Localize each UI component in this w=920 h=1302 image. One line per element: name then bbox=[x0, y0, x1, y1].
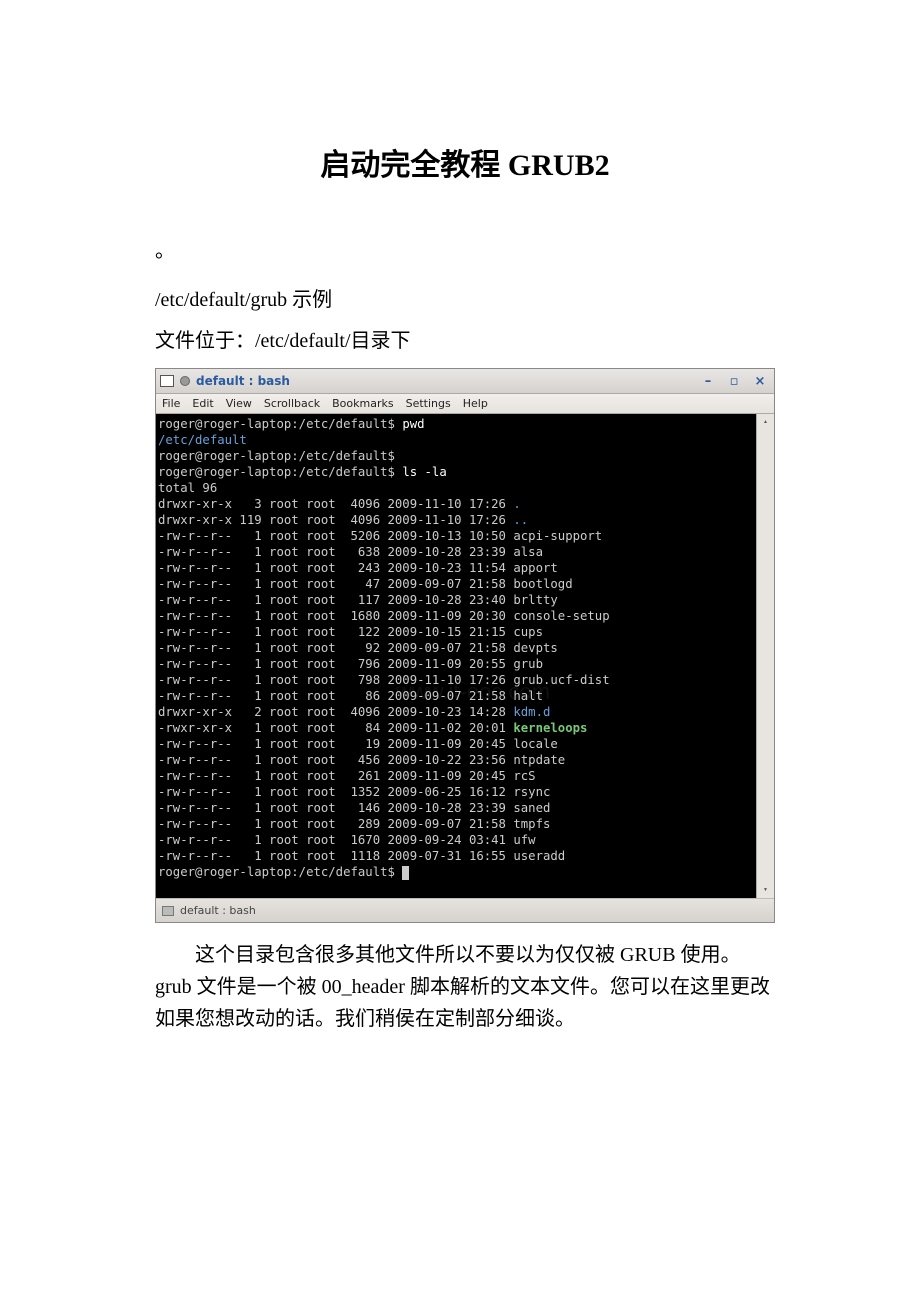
terminal-content[interactable]: roger@roger-laptop:/etc/default$ pwd /et… bbox=[156, 414, 756, 898]
period-mark: 。 bbox=[155, 234, 775, 263]
menu-bookmarks[interactable]: Bookmarks bbox=[332, 397, 393, 410]
menu-bar: File Edit View Scrollback Bookmarks Sett… bbox=[156, 394, 774, 414]
menu-edit[interactable]: Edit bbox=[192, 397, 213, 410]
window-titlebar[interactable]: default : bash – ▫ × bbox=[156, 369, 774, 394]
heading-example: /etc/default/grub 示例 bbox=[155, 283, 775, 312]
menu-file[interactable]: File bbox=[162, 397, 180, 410]
close-button[interactable]: × bbox=[750, 373, 770, 389]
menu-help[interactable]: Help bbox=[463, 397, 488, 410]
scrollbar[interactable]: ▲ ▼ bbox=[756, 414, 774, 898]
session-icon bbox=[180, 376, 190, 386]
maximize-button[interactable]: ▫ bbox=[724, 373, 744, 389]
heading-location: 文件位于：/etc/default/目录下 bbox=[155, 324, 775, 353]
document-title: 启动完全教程 GRUB2 bbox=[155, 140, 775, 184]
taskbar: default : bash bbox=[156, 898, 774, 922]
scroll-down-icon[interactable]: ▼ bbox=[757, 882, 774, 898]
terminal-window: default : bash – ▫ × File Edit View Scro… bbox=[155, 368, 775, 923]
taskbar-icon bbox=[162, 906, 174, 916]
menu-view[interactable]: View bbox=[226, 397, 252, 410]
minimize-button[interactable]: – bbox=[698, 373, 718, 389]
taskbar-label[interactable]: default : bash bbox=[180, 904, 256, 917]
menu-settings[interactable]: Settings bbox=[406, 397, 451, 410]
scroll-up-icon[interactable]: ▲ bbox=[757, 414, 774, 430]
menu-scrollback[interactable]: Scrollback bbox=[264, 397, 320, 410]
window-title: default : bash bbox=[196, 374, 290, 388]
window-icon bbox=[160, 375, 174, 387]
body-paragraph: 这个目录包含很多其他文件所以不要以为仅仅被 GRUB 使用。grub 文件是一个… bbox=[155, 939, 775, 1035]
